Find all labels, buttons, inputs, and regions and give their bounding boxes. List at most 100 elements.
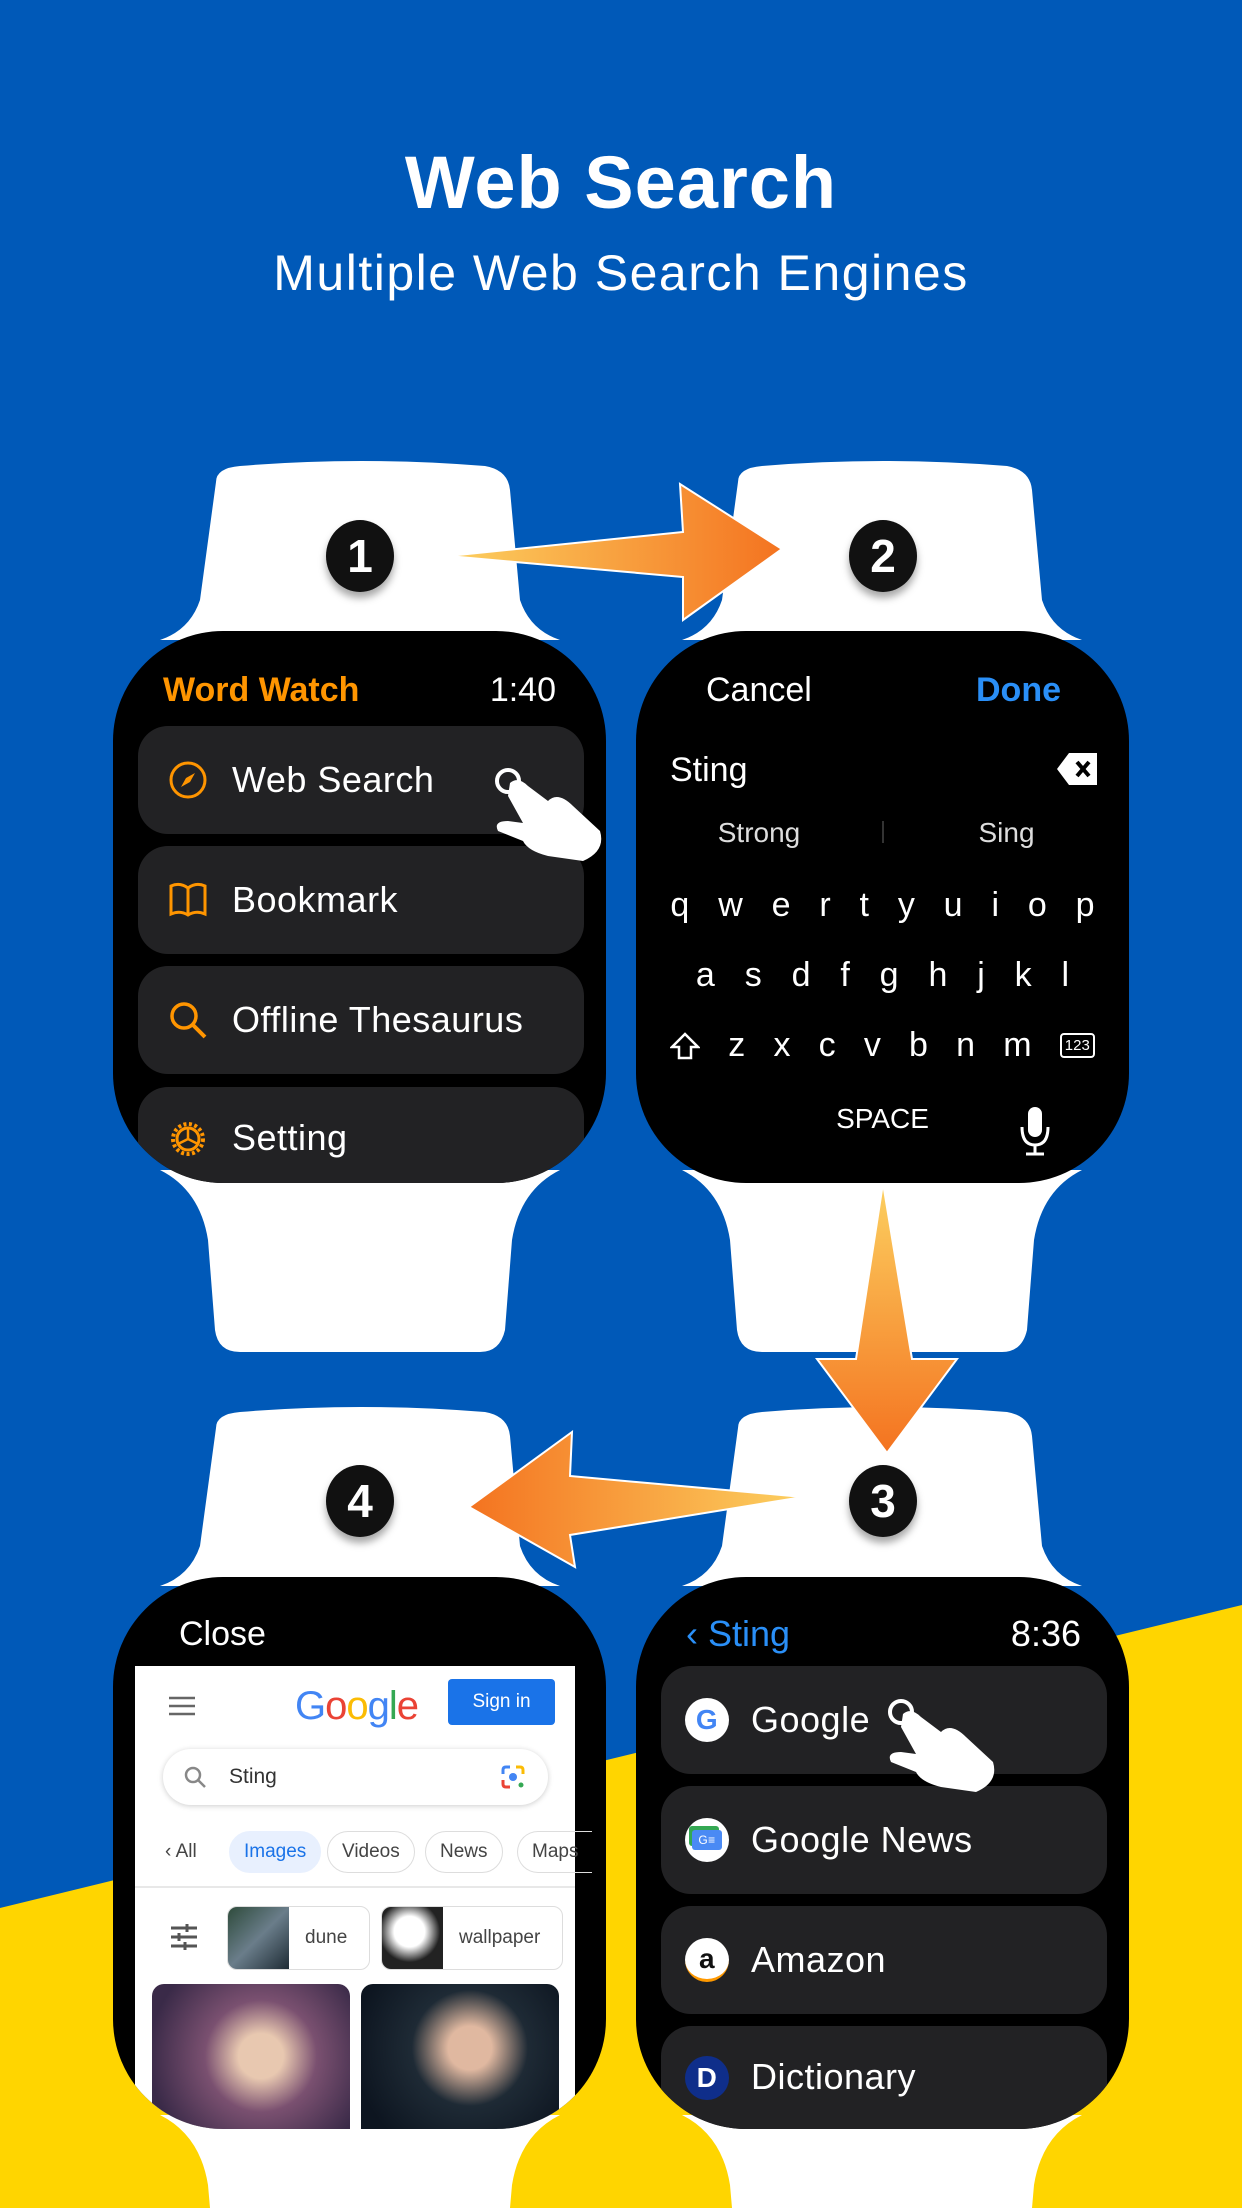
back-button[interactable]: ‹ Sting — [686, 1613, 790, 1655]
dictionary-icon: D — [685, 2056, 729, 2100]
engine-label: Dictionary — [751, 2056, 917, 2097]
related-chip-dune[interactable]: dune — [227, 1906, 370, 1970]
key-w[interactable]: w — [718, 886, 743, 925]
done-button[interactable]: Done — [976, 671, 1061, 710]
google-lens-icon[interactable] — [500, 1764, 526, 1790]
key-q[interactable]: q — [670, 886, 689, 925]
key-k[interactable]: k — [1015, 956, 1032, 995]
menu-label: Web Search — [232, 759, 435, 800]
result-image-1[interactable] — [152, 1984, 350, 2129]
search-icon — [166, 998, 210, 1042]
related-chip-wallpaper[interactable]: wallpaper — [381, 1906, 563, 1970]
tap-hand-icon — [495, 768, 602, 861]
chip-label: wallpaper — [459, 1927, 541, 1948]
tab-maps[interactable]: Maps — [517, 1831, 593, 1873]
wallpaper-thumbnail — [382, 1907, 443, 1969]
key-h[interactable]: h — [928, 956, 947, 995]
engine-item-amazon[interactable]: a Amazon — [661, 1906, 1107, 2014]
key-e[interactable]: e — [772, 886, 791, 925]
result-image-2[interactable] — [361, 1984, 559, 2129]
key-l[interactable]: l — [1062, 956, 1070, 995]
google-icon: G — [685, 1698, 729, 1742]
key-z[interactable]: z — [728, 1026, 745, 1065]
engine-label: Google News — [751, 1819, 973, 1860]
key-n[interactable]: n — [956, 1026, 975, 1065]
step-badge-2: 2 — [849, 520, 917, 592]
key-b[interactable]: b — [909, 1026, 928, 1065]
microphone-icon[interactable] — [1018, 1107, 1052, 1157]
key-f[interactable]: f — [840, 956, 849, 995]
suggestion-sing[interactable]: Sing — [884, 817, 1129, 849]
menu-label: Setting — [232, 1117, 348, 1158]
tab-all[interactable]: ‹ All — [165, 1841, 197, 1863]
google-webpage: Google Sign in Sting ‹ All Images Videos… — [135, 1666, 593, 2129]
search-query: Sting — [229, 1765, 277, 1788]
key-s[interactable]: s — [745, 956, 762, 995]
engine-item-dictionary[interactable]: D Dictionary — [661, 2026, 1107, 2129]
key-i[interactable]: i — [991, 886, 999, 925]
keyboard-row-3: z x c v b n m 123 — [656, 1026, 1109, 1065]
key-d[interactable]: d — [792, 956, 811, 995]
key-m[interactable]: m — [1003, 1026, 1031, 1065]
compass-icon — [166, 758, 210, 802]
search-bar[interactable]: Sting — [163, 1749, 548, 1805]
watch-screen-keyboard: Cancel Done Sting Strong Sing qwertyuiop… — [636, 631, 1129, 1183]
book-icon — [166, 878, 210, 922]
hamburger-menu-icon[interactable] — [169, 1696, 195, 1716]
key-o[interactable]: o — [1028, 886, 1047, 925]
step-badge-4: 4 — [326, 1465, 394, 1537]
filter-sliders-icon[interactable] — [171, 1924, 197, 1950]
app-title: Word Watch — [163, 671, 360, 709]
numbers-key[interactable]: 123 — [1059, 1033, 1095, 1058]
watch-screen-engine-list: ‹ Sting 8:36 G Google G≡ Google News a A… — [636, 1577, 1129, 2129]
shift-icon[interactable] — [670, 1031, 701, 1060]
engine-item-google-news[interactable]: G≡ Google News — [661, 1786, 1107, 1894]
engine-label: Google — [751, 1699, 871, 1740]
key-y[interactable]: y — [898, 886, 915, 925]
keyboard-row-1: qwertyuiop — [656, 886, 1109, 925]
menu-item-offline-thesaurus[interactable]: Offline Thesaurus — [138, 966, 584, 1074]
menu-label: Bookmark — [232, 879, 399, 920]
key-t[interactable]: t — [860, 886, 869, 925]
space-key[interactable]: SPACE — [636, 1103, 1129, 1135]
key-v[interactable]: v — [864, 1026, 881, 1065]
key-p[interactable]: p — [1076, 886, 1095, 925]
google-logo: Google — [295, 1684, 419, 1728]
menu-item-setting[interactable]: Setting — [138, 1087, 584, 1183]
tab-videos[interactable]: Videos — [327, 1831, 415, 1873]
divider — [135, 1886, 575, 1888]
step-badge-1: 1 — [326, 520, 394, 592]
menu-item-bookmark[interactable]: Bookmark — [138, 846, 584, 954]
key-g[interactable]: g — [880, 956, 899, 995]
keyboard-row-2: asdfghjkl — [681, 956, 1084, 995]
suggestion-strong[interactable]: Strong — [636, 817, 882, 849]
gear-icon — [166, 1117, 210, 1161]
chip-label: dune — [305, 1927, 348, 1948]
backspace-icon[interactable] — [1057, 753, 1097, 785]
tab-images[interactable]: Images — [229, 1831, 322, 1873]
key-j[interactable]: j — [977, 956, 985, 995]
text-input[interactable]: Sting — [670, 751, 748, 790]
page-title: Web Search — [404, 141, 838, 224]
engine-label: Amazon — [751, 1939, 887, 1980]
google-news-icon: G≡ — [685, 1818, 729, 1862]
menu-label: Offline Thesaurus — [232, 999, 524, 1040]
tab-news[interactable]: News — [425, 1831, 503, 1873]
clock: 8:36 — [1010, 1613, 1081, 1654]
search-icon — [184, 1766, 206, 1788]
key-r[interactable]: r — [819, 886, 830, 925]
page-subtitle: Multiple Web Search Engines — [273, 245, 969, 301]
dune-thumbnail — [228, 1907, 289, 1969]
watch-screen-google-results: Close Google Sign in Sting ‹ All Images … — [113, 1577, 606, 2129]
clock: 1:40 — [489, 671, 556, 709]
tap-hand-icon — [888, 1699, 995, 1792]
key-u[interactable]: u — [944, 886, 963, 925]
key-x[interactable]: x — [773, 1026, 790, 1065]
key-a[interactable]: a — [696, 956, 715, 995]
sign-in-button[interactable]: Sign in — [448, 1679, 555, 1725]
key-c[interactable]: c — [819, 1026, 836, 1065]
cancel-button[interactable]: Cancel — [706, 671, 812, 710]
watch-screen-main-menu: Word Watch 1:40 Web Search Bookmark Offl… — [113, 631, 606, 1183]
amazon-icon: a — [685, 1938, 729, 1982]
close-button[interactable]: Close — [179, 1615, 266, 1654]
